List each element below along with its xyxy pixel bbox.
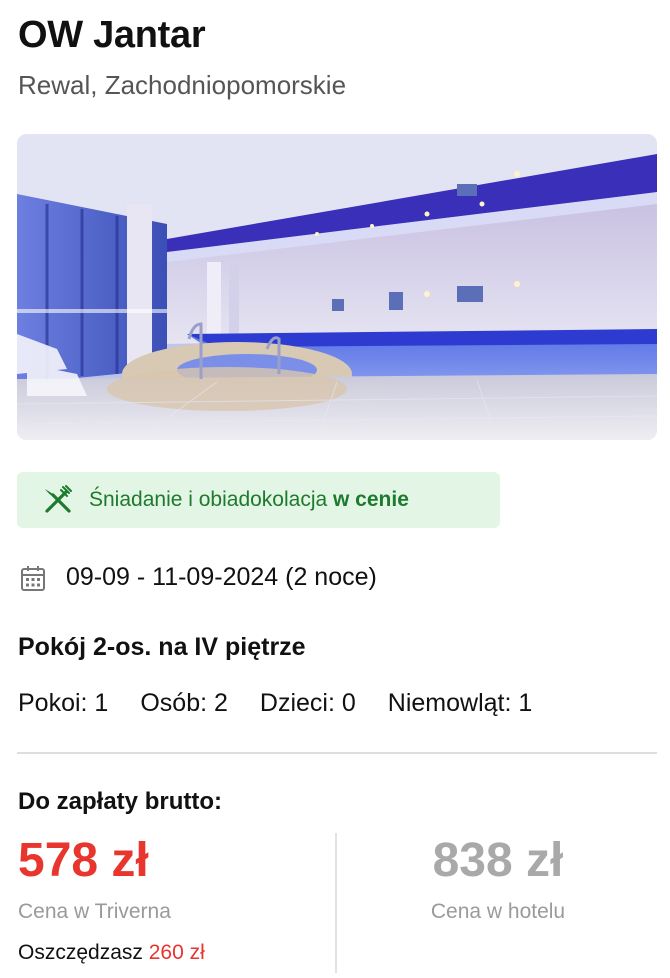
hotel-pool-photo bbox=[17, 134, 657, 440]
savings-line: Oszczędzasz 260 zł bbox=[18, 941, 205, 965]
children-count: Dzieci: 0 bbox=[259, 689, 356, 717]
meal-plan-badge: Śniadanie i obiadokolacja w cenie bbox=[17, 472, 500, 528]
stay-dates-text: 09-09 - 11-09-2024 (2 noce) bbox=[66, 563, 377, 591]
total-label: Do zapłaty brutto: bbox=[18, 788, 222, 815]
savings-label: Oszczędzasz bbox=[18, 941, 149, 964]
hotel-location: Rewal, Zachodniopomorskie bbox=[18, 70, 347, 100]
price-separator bbox=[335, 833, 337, 973]
hotel-price-caption: Cena w hotelu bbox=[430, 900, 566, 923]
room-name: Pokój 2-os. na IV piętrze bbox=[18, 633, 306, 661]
hotel-price: 838 zł bbox=[432, 834, 564, 887]
hotel-name: OW Jantar bbox=[18, 14, 206, 56]
adults-count: Osób: 2 bbox=[140, 689, 228, 717]
calendar-icon bbox=[20, 564, 46, 592]
savings-amount: 260 zł bbox=[148, 941, 205, 964]
infants-count: Niemowląt: 1 bbox=[387, 689, 533, 717]
rooms-count: Pokoi: 1 bbox=[18, 689, 109, 717]
triverna-price: 578 zł bbox=[18, 834, 149, 887]
fork-knife-icon bbox=[41, 483, 75, 517]
section-divider bbox=[17, 752, 657, 754]
stay-dates: 09-09 - 11-09-2024 (2 noce) bbox=[20, 563, 377, 592]
triverna-price-caption: Cena w Triverna bbox=[18, 900, 171, 923]
meal-plan-text: Śniadanie i obiadokolacja bbox=[89, 488, 334, 511]
occupancy-summary: Pokoi: 1 Osób: 2 Dzieci: 0 Niemowląt: 1 bbox=[18, 689, 564, 718]
meal-plan-emphasis: w cenie bbox=[333, 488, 409, 511]
